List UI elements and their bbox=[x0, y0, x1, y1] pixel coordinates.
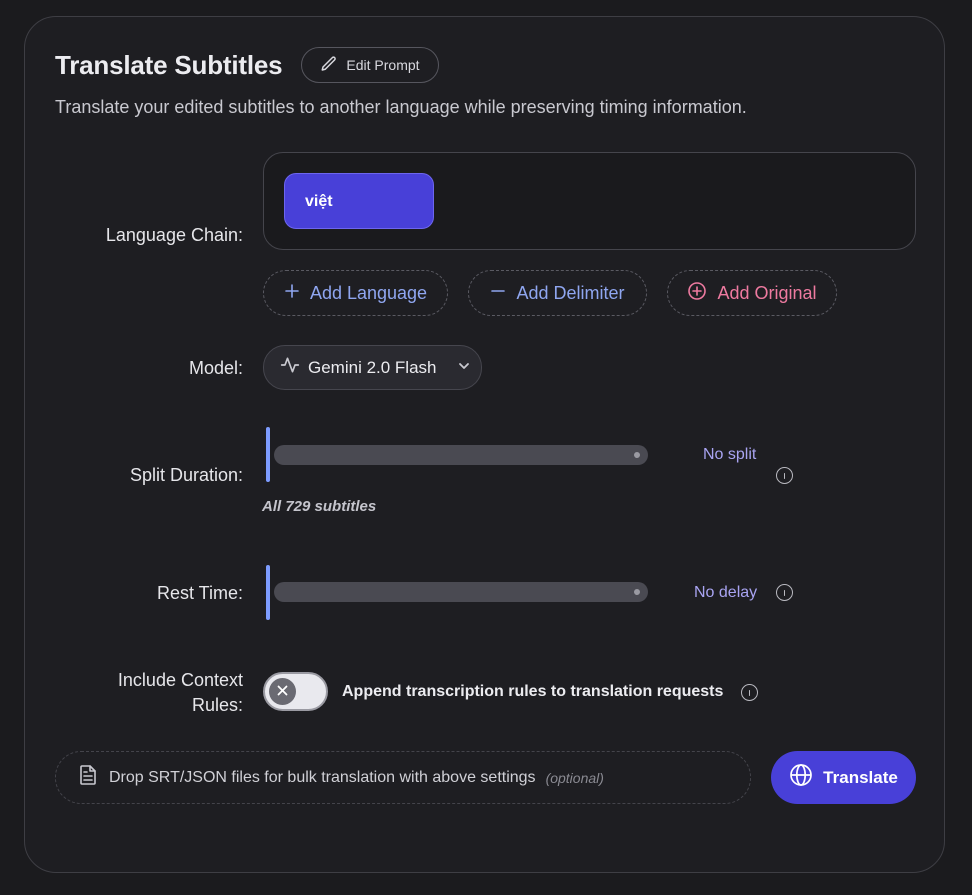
rest-time-value: No delay bbox=[694, 584, 758, 601]
split-duration-value: No split bbox=[703, 446, 757, 463]
context-info-icon[interactable] bbox=[741, 684, 758, 701]
language-chain-label: Language Chain: bbox=[105, 225, 243, 245]
pencil-icon bbox=[320, 55, 338, 76]
split-duration-label: Split Duration: bbox=[129, 465, 243, 485]
optional-hint: (optional) bbox=[545, 769, 604, 786]
split-info-icon[interactable] bbox=[776, 467, 793, 484]
page-title: Translate Subtitles bbox=[55, 50, 283, 80]
context-rules-label: Include Context Rules: bbox=[43, 668, 243, 718]
add-language-button[interactable]: Add Language bbox=[263, 270, 448, 316]
bulk-file-dropzone[interactable]: Drop SRT/JSON files for bulk translation… bbox=[55, 751, 751, 804]
split-duration-handle[interactable] bbox=[266, 427, 270, 482]
model-label: Model: bbox=[188, 358, 243, 378]
add-original-label: Add Original bbox=[717, 282, 817, 303]
page-description: Translate your edited subtitles to anoth… bbox=[55, 97, 747, 117]
translate-label: Translate bbox=[823, 767, 898, 787]
language-chip[interactable]: việt bbox=[284, 173, 434, 229]
translate-button[interactable]: Translate bbox=[771, 751, 916, 804]
model-select[interactable]: Gemini 2.0 Flash bbox=[263, 345, 482, 390]
edit-prompt-label: Edit Prompt bbox=[346, 57, 420, 73]
slider-end-dot bbox=[634, 589, 640, 595]
add-delimiter-button[interactable]: Add Delimiter bbox=[468, 270, 647, 316]
dropzone-text: Drop SRT/JSON files for bulk translation… bbox=[109, 768, 536, 786]
rest-time-track[interactable] bbox=[274, 582, 648, 602]
rest-info-icon[interactable] bbox=[776, 584, 793, 601]
model-selected-label: Gemini 2.0 Flash bbox=[308, 357, 437, 377]
activity-icon bbox=[280, 355, 300, 380]
minus-icon bbox=[490, 283, 506, 304]
plus-circle-icon bbox=[687, 281, 707, 306]
slider-end-dot bbox=[634, 452, 640, 458]
close-icon bbox=[277, 683, 288, 701]
file-icon bbox=[79, 765, 97, 790]
globe-icon bbox=[789, 763, 813, 792]
edit-prompt-button[interactable]: Edit Prompt bbox=[301, 47, 439, 83]
rest-time-label: Rest Time: bbox=[156, 583, 243, 603]
rest-time-handle[interactable] bbox=[266, 565, 270, 620]
toggle-knob bbox=[269, 678, 296, 705]
context-rules-label-line1: Include Context bbox=[117, 670, 243, 690]
split-duration-track[interactable] bbox=[274, 445, 648, 465]
context-rules-description: Append transcription rules to translatio… bbox=[342, 683, 724, 700]
context-rules-label-line2: Rules: bbox=[191, 695, 243, 715]
chevron-down-icon bbox=[457, 358, 471, 378]
plus-icon bbox=[284, 283, 300, 304]
add-delimiter-label: Add Delimiter bbox=[516, 282, 625, 303]
context-rules-toggle[interactable] bbox=[263, 672, 328, 711]
add-language-label: Add Language bbox=[309, 282, 428, 303]
subtitle-count-note: All 729 subtitles bbox=[262, 498, 377, 515]
add-original-button[interactable]: Add Original bbox=[667, 270, 837, 316]
